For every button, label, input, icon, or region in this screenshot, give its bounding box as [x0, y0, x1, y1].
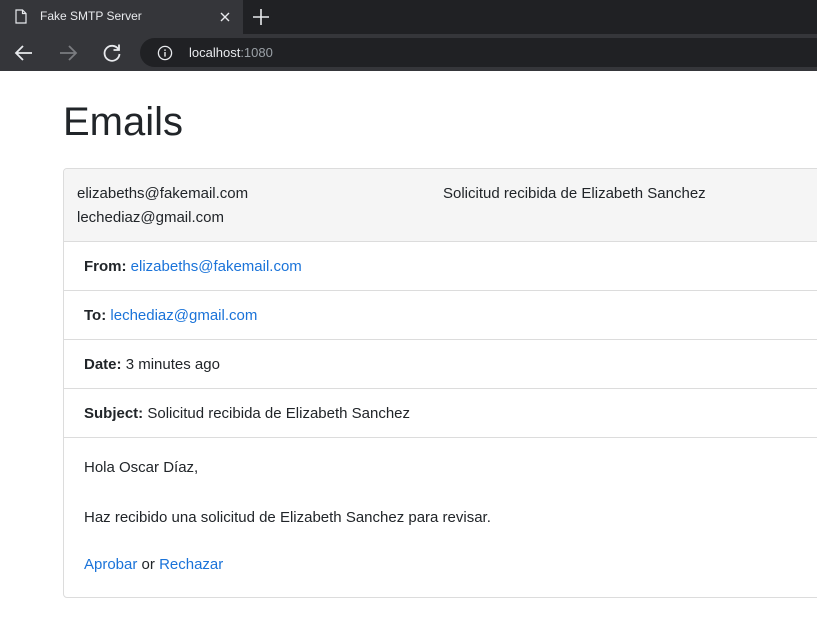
- body-greeting: Hola Oscar Díaz,: [84, 459, 199, 476]
- subject-label: Subject:: [84, 405, 144, 422]
- summary-from: elizabeths@fakemail.com: [77, 185, 249, 202]
- summary-to: lechediaz@gmail.com: [77, 209, 224, 226]
- date-label: Date:: [84, 356, 122, 373]
- reload-icon[interactable]: [100, 41, 124, 65]
- url-port: :1080: [240, 45, 273, 60]
- to-row: To: lechediaz@gmail.com: [64, 291, 817, 340]
- email-summary-header[interactable]: elizabeths@fakemail.com lechediaz@gmail.…: [64, 169, 817, 242]
- address-bar[interactable]: localhost:1080: [140, 38, 817, 67]
- date-row: Date: 3 minutes ago: [64, 340, 817, 389]
- subject-value: Solicitud recibida de Elizabeth Sanchez: [147, 405, 411, 422]
- from-email-link[interactable]: elizabeths@fakemail.com: [131, 258, 302, 275]
- or-text: or: [141, 556, 155, 573]
- summary-subject: Solicitud recibida de Elizabeth Sanchez: [443, 185, 706, 202]
- body-actions: Aprobar or Rechazar: [84, 556, 223, 573]
- tab-title: Fake SMTP Server: [40, 9, 142, 23]
- approve-link[interactable]: Aprobar: [84, 556, 137, 573]
- back-arrow-icon[interactable]: [12, 41, 36, 65]
- body-message: Haz recibido una solicitud de Elizabeth …: [84, 509, 491, 526]
- url-text: localhost:1080: [189, 45, 273, 60]
- subject-row: Subject: Solicitud recibida de Elizabeth…: [64, 389, 817, 438]
- email-card: elizabeths@fakemail.com lechediaz@gmail.…: [63, 168, 817, 598]
- new-tab-plus-icon[interactable]: [250, 6, 272, 28]
- page-title: Emails: [63, 100, 184, 144]
- date-value: 3 minutes ago: [125, 356, 220, 373]
- info-icon[interactable]: [157, 45, 173, 61]
- to-email-link[interactable]: lechediaz@gmail.com: [110, 307, 257, 324]
- url-host: localhost: [189, 45, 241, 60]
- browser-toolbar: localhost:1080: [0, 34, 817, 71]
- from-label: From:: [84, 258, 127, 275]
- reject-link[interactable]: Rechazar: [159, 556, 223, 573]
- page-icon: [15, 9, 27, 24]
- from-row: From: elizabeths@fakemail.com: [64, 242, 817, 291]
- browser-tabstrip: Fake SMTP Server: [0, 0, 817, 34]
- forward-arrow-icon[interactable]: [56, 41, 80, 65]
- to-label: To:: [84, 307, 107, 324]
- close-icon[interactable]: [218, 10, 232, 24]
- browser-tab[interactable]: Fake SMTP Server: [0, 0, 243, 34]
